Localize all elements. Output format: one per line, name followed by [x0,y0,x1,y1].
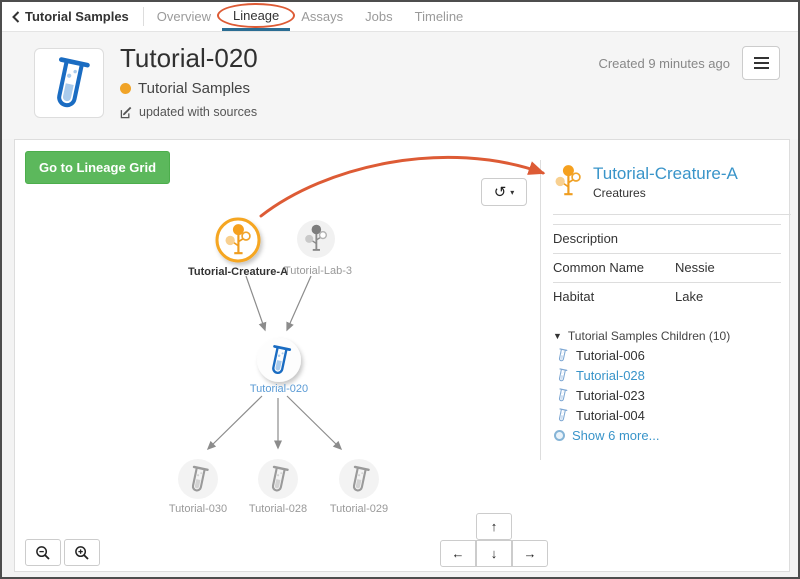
arrow-up-icon: ↑ [491,519,498,534]
detail-header: Tutorial-Creature-A Creatures [553,164,791,200]
svg-text:Tutorial-029: Tutorial-029 [330,503,388,515]
zoom-out-button[interactable] [25,539,61,566]
creature-icon [553,164,583,198]
field-row-habitat: Habitat Lake [553,283,781,312]
created-timestamp: Created 9 minutes ago [598,56,730,71]
manage-menu-button[interactable] [742,46,780,80]
graph-node-tutorial-030[interactable]: Tutorial-030 [169,459,227,515]
show-more-label: Show 6 more... [572,428,659,443]
tab-overview[interactable]: Overview [146,2,222,31]
tube-icon [556,407,568,423]
caret-down-icon: ▾ [510,188,514,197]
header-right: Created 9 minutes ago [598,46,780,80]
svg-text:Tutorial-028: Tutorial-028 [249,503,307,515]
collapse-triangle-icon: ▼ [553,331,562,341]
zoom-in-icon [74,545,90,561]
sample-header: Tutorial-020 Tutorial Samples updated wi… [2,32,798,139]
zoom-out-icon [35,545,51,561]
sample-type-row: Tutorial Samples [120,80,258,97]
field-label: Common Name [553,254,671,283]
node-detail-panel: Tutorial-Creature-A Creatures Descriptio… [540,160,791,460]
svg-text:Tutorial-Creature-A: Tutorial-Creature-A [188,266,288,278]
graph-node-tutorial-028[interactable]: Tutorial-028 [249,459,307,515]
tab-lineage-label: Lineage [233,8,279,23]
back-link[interactable]: Tutorial Samples [2,2,141,31]
ring-icon [554,430,565,441]
field-value [671,225,781,254]
svg-text:Tutorial-030: Tutorial-030 [169,503,227,515]
show-more-link[interactable]: Show 6 more... [553,428,791,443]
arrow-down-icon: ↓ [491,546,498,561]
pan-up-button[interactable]: ↑ [476,513,512,540]
zoom-controls [25,539,100,566]
tab-assays[interactable]: Assays [290,2,354,31]
sample-type-label: Tutorial Samples [138,80,250,97]
child-item-tutorial-006[interactable]: Tutorial-006 [553,347,791,363]
pan-controls: ← ↓ → [440,540,548,567]
tab-jobs-label: Jobs [365,9,392,24]
detail-fields-table: Description Common Name Nessie Habitat L… [553,224,781,311]
tube-icon [556,347,568,363]
pan-left-button[interactable]: ← [440,540,476,567]
nav-divider [143,7,144,26]
tab-overview-label: Overview [157,9,211,24]
child-item-tutorial-028[interactable]: Tutorial-028 [553,367,791,383]
graph-node-tutorial-020[interactable]: Tutorial-020 [250,338,308,395]
tube-icon [556,367,568,383]
chevron-left-icon [12,11,20,23]
app-window: Tutorial Samples Overview Lineage Assays… [0,0,800,579]
tab-jobs[interactable]: Jobs [354,2,403,31]
panel-divider [553,214,791,215]
sample-tube-icon [45,52,93,114]
sample-icon-card [34,48,104,118]
tab-assays-label: Assays [301,9,343,24]
child-item-tutorial-004[interactable]: Tutorial-004 [553,407,791,423]
graph-node-lab-3[interactable]: Tutorial-Lab-3 [284,220,352,277]
svg-text:Tutorial-020: Tutorial-020 [250,383,308,395]
field-label: Habitat [553,283,671,312]
top-navbar: Tutorial Samples Overview Lineage Assays… [2,2,798,32]
field-value: Lake [671,283,781,312]
child-item-label: Tutorial-006 [576,348,645,363]
header-text: Tutorial-020 Tutorial Samples updated wi… [120,42,258,119]
detail-title-link[interactable]: Tutorial-Creature-A [593,164,738,184]
sample-type-dot-icon [120,83,131,94]
edit-pencil-icon [120,106,133,119]
field-row-description: Description [553,225,781,254]
pan-right-button[interactable]: → [512,540,548,567]
back-link-label: Tutorial Samples [25,9,129,24]
arrow-right-icon: → [524,546,537,561]
tube-icon [556,387,568,403]
page-title: Tutorial-020 [120,42,258,74]
child-item-label: Tutorial-028 [576,368,645,383]
children-section: ▼ Tutorial Samples Children (10) Tutoria… [553,329,791,443]
zoom-in-button[interactable] [64,539,100,566]
rotate-icon: ↺ [494,185,507,200]
lineage-panel: Go to Lineage Grid ↺ ▾ [14,139,790,572]
children-header-label: Tutorial Samples Children (10) [568,329,730,343]
child-item-label: Tutorial-004 [576,408,645,423]
detail-subtitle: Creatures [593,186,738,200]
status-note-row: updated with sources [120,105,258,119]
rotate-layout-dropdown[interactable]: ↺ ▾ [481,178,527,206]
graph-node-tutorial-029[interactable]: Tutorial-029 [330,459,388,515]
hamburger-icon [754,57,769,59]
tab-lineage[interactable]: Lineage [222,2,290,31]
pan-down-button[interactable]: ↓ [476,540,512,567]
status-note-label: updated with sources [139,105,257,119]
tab-timeline-label: Timeline [415,9,464,24]
field-value: Nessie [671,254,781,283]
go-to-lineage-grid-button[interactable]: Go to Lineage Grid [25,151,170,184]
svg-text:Tutorial-Lab-3: Tutorial-Lab-3 [284,265,352,277]
tab-timeline[interactable]: Timeline [404,2,475,31]
children-collapse-header[interactable]: ▼ Tutorial Samples Children (10) [553,329,791,343]
graph-node-creature-a[interactable]: Tutorial-Creature-A [188,219,288,278]
field-label: Description [553,225,671,254]
arrow-left-icon: ← [452,546,465,561]
field-row-common-name: Common Name Nessie [553,254,781,283]
child-item-label: Tutorial-023 [576,388,645,403]
child-item-tutorial-023[interactable]: Tutorial-023 [553,387,791,403]
